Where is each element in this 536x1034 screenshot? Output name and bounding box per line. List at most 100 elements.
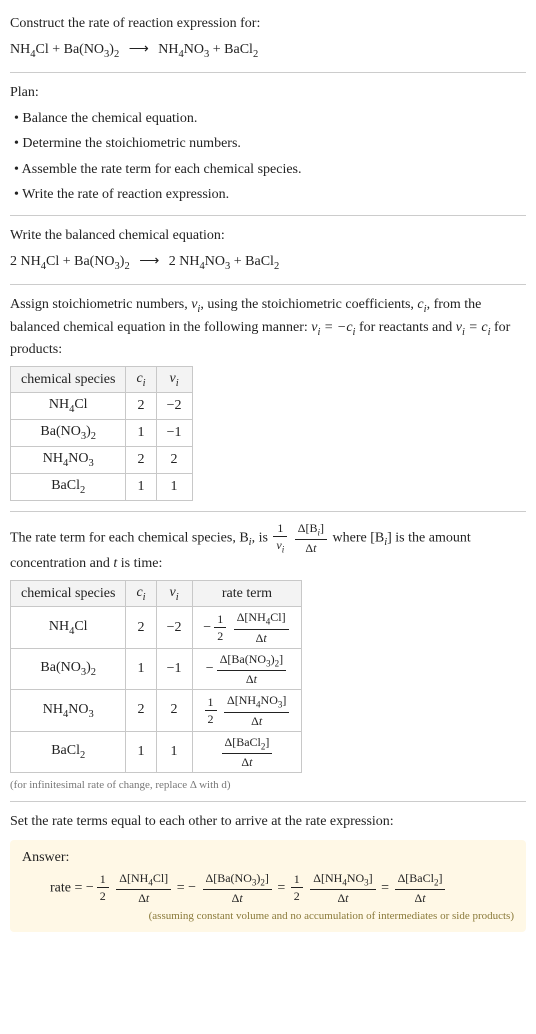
plan-item-2: • Determine the stoichiometric numbers. xyxy=(14,134,526,154)
frac-num: Δ[Bi] xyxy=(295,522,327,540)
plan-item-4: • Write the rate of reaction expression. xyxy=(14,185,526,205)
frac-half: 12 xyxy=(97,873,109,902)
answer-label: Answer: xyxy=(22,850,514,866)
table-row: NH4Cl 2 −2 xyxy=(11,393,193,420)
intro-equation: NH4Cl + Ba(NO3)2 ⟶ NH4NO3 + BaCl2 xyxy=(10,40,526,62)
cell-rate-term: 12 Δ[NH4NO3]Δt xyxy=(192,690,302,731)
plan-item-1: • Balance the chemical equation. xyxy=(14,109,526,129)
frac-term-2: Δ[Ba(NO3)2]Δt xyxy=(203,872,272,904)
cell-species: Ba(NO3)2 xyxy=(11,420,126,447)
cell-species: NH4Cl xyxy=(11,393,126,420)
frac-den: Δt xyxy=(234,630,289,644)
table-row: NH4NO3 2 2 12 Δ[NH4NO3]Δt xyxy=(11,690,302,731)
rate-text-5: is time: xyxy=(117,556,162,571)
divider xyxy=(10,284,526,285)
frac-term: Δ[NH4Cl]Δt xyxy=(234,611,289,643)
minus-icon: − xyxy=(203,620,211,635)
cell-ci: 1 xyxy=(126,731,156,772)
table-header-row: chemical species ci νi rate term xyxy=(11,580,302,607)
cell-nui: 1 xyxy=(156,473,192,500)
col-ci: ci xyxy=(126,366,156,393)
cell-species: Ba(NO3)2 xyxy=(11,648,126,689)
frac-den: Δt xyxy=(310,890,375,904)
frac-half: 12 xyxy=(214,613,226,642)
table-row: Ba(NO3)2 1 −1 −Δ[Ba(NO3)2]Δt xyxy=(11,648,302,689)
answer-note: (assuming constant volume and no accumul… xyxy=(22,910,514,922)
c-i: ci xyxy=(417,297,426,312)
table-row: BaCl2 1 1 Δ[BaCl2]Δt xyxy=(11,731,302,772)
frac-den: Δt xyxy=(217,671,286,685)
divider xyxy=(10,72,526,73)
table-row: BaCl2 1 1 xyxy=(11,473,193,500)
cell-rate-term: −Δ[Ba(NO3)2]Δt xyxy=(192,648,302,689)
frac-term: Δ[BaCl2]Δt xyxy=(222,736,273,768)
frac-num: 1 xyxy=(205,696,217,711)
cell-nui: −2 xyxy=(156,607,192,648)
frac-den: Δt xyxy=(203,890,272,904)
cell-ci: 2 xyxy=(126,607,156,648)
equals-icon: = xyxy=(277,880,285,895)
frac-term: Δ[NH4NO3]Δt xyxy=(224,694,289,726)
cell-nui: −1 xyxy=(156,420,192,447)
frac-num: 1 xyxy=(214,613,226,628)
rate-expression: rate = −12 Δ[NH4Cl]Δt = − Δ[Ba(NO3)2]Δt … xyxy=(22,872,514,904)
frac-term: Δ[Ba(NO3)2]Δt xyxy=(217,653,286,685)
cell-ci: 1 xyxy=(126,473,156,500)
balanced-products: 2 NH4NO3 + BaCl2 xyxy=(169,254,279,269)
table-header-row: chemical species ci νi xyxy=(11,366,193,393)
table-row: NH4Cl 2 −2 −12 Δ[NH4Cl]Δt xyxy=(11,607,302,648)
frac-dB-dt: Δ[Bi] Δt xyxy=(295,522,327,554)
frac-den: Δt xyxy=(116,890,171,904)
frac-half: 12 xyxy=(205,696,217,725)
assign-text-2: , using the stoichiometric coefficients, xyxy=(200,297,417,312)
divider xyxy=(10,801,526,802)
plan-item-3: • Assemble the rate term for each chemic… xyxy=(14,160,526,180)
cell-rate-term: Δ[BaCl2]Δt xyxy=(192,731,302,772)
frac-den: 2 xyxy=(291,888,303,902)
frac-den: Δt xyxy=(395,890,446,904)
minus-icon: − xyxy=(86,880,94,895)
cell-nui: −1 xyxy=(156,648,192,689)
frac-den: νi xyxy=(273,537,287,554)
cell-species: NH4NO3 xyxy=(11,447,126,474)
frac-one-over-nu: 1 νi xyxy=(273,522,287,554)
frac-num: Δ[Ba(NO3)2] xyxy=(217,653,286,671)
cell-nui: 2 xyxy=(156,447,192,474)
cell-ci: 1 xyxy=(126,420,156,447)
cell-nui: 1 xyxy=(156,731,192,772)
rate-word: rate xyxy=(50,880,71,895)
cell-species: NH4NO3 xyxy=(11,690,126,731)
cell-rate-term: −12 Δ[NH4Cl]Δt xyxy=(192,607,302,648)
frac-den: Δt xyxy=(295,540,327,554)
col-rate-term: rate term xyxy=(192,580,302,607)
equals-icon: = xyxy=(177,880,185,895)
table-row: Ba(NO3)2 1 −1 xyxy=(11,420,193,447)
cell-nui: 2 xyxy=(156,690,192,731)
rate-term-table: chemical species ci νi rate term NH4Cl 2… xyxy=(10,580,302,773)
stoichiometry-table: chemical species ci νi NH4Cl 2 −2 Ba(NO3… xyxy=(10,366,193,501)
arrow-icon: ⟶ xyxy=(129,42,149,57)
frac-num: Δ[BaCl2] xyxy=(395,872,446,890)
nu-i: νi xyxy=(191,297,200,312)
frac-num: Δ[Ba(NO3)2] xyxy=(203,872,272,890)
cell-species: BaCl2 xyxy=(11,473,126,500)
frac-num: 1 xyxy=(291,873,303,888)
frac-num: 1 xyxy=(273,522,287,537)
frac-num: Δ[NH4NO3] xyxy=(310,872,375,890)
minus-icon: − xyxy=(188,880,196,895)
frac-den: 2 xyxy=(205,711,217,725)
frac-term-1: Δ[NH4Cl]Δt xyxy=(116,872,171,904)
cell-ci: 1 xyxy=(126,648,156,689)
intro-reactants: NH4Cl + Ba(NO3)2 xyxy=(10,42,119,57)
cell-species: BaCl2 xyxy=(11,731,126,772)
frac-term-3: Δ[NH4NO3]Δt xyxy=(310,872,375,904)
rate-text-2: , is xyxy=(252,530,272,545)
set-equal-text: Set the rate terms equal to each other t… xyxy=(10,812,526,832)
frac-den: 2 xyxy=(97,888,109,902)
assign-text-4: for reactants and xyxy=(355,320,455,335)
cell-species: NH4Cl xyxy=(11,607,126,648)
frac-num: 1 xyxy=(97,873,109,888)
col-ci: ci xyxy=(126,580,156,607)
balanced-equation: 2 NH4Cl + Ba(NO3)2 ⟶ 2 NH4NO3 + BaCl2 xyxy=(10,252,526,274)
frac-den: 2 xyxy=(214,628,226,642)
